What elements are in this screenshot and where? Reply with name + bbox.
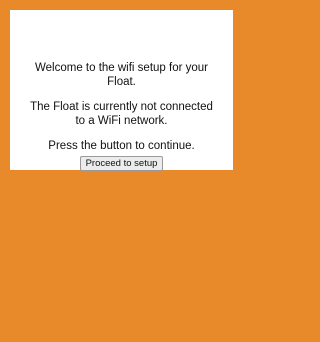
proceed-to-setup-button[interactable]: Proceed to setup (79, 155, 164, 171)
welcome-message: Welcome to the wifi setup for your Float… (35, 62, 208, 88)
setup-card: Welcome to the wifi setup for your Float… (10, 10, 233, 171)
instruction-message: Press the button to continue. (48, 140, 195, 152)
connection-status-message: The Float is currently not connected to … (30, 101, 213, 127)
